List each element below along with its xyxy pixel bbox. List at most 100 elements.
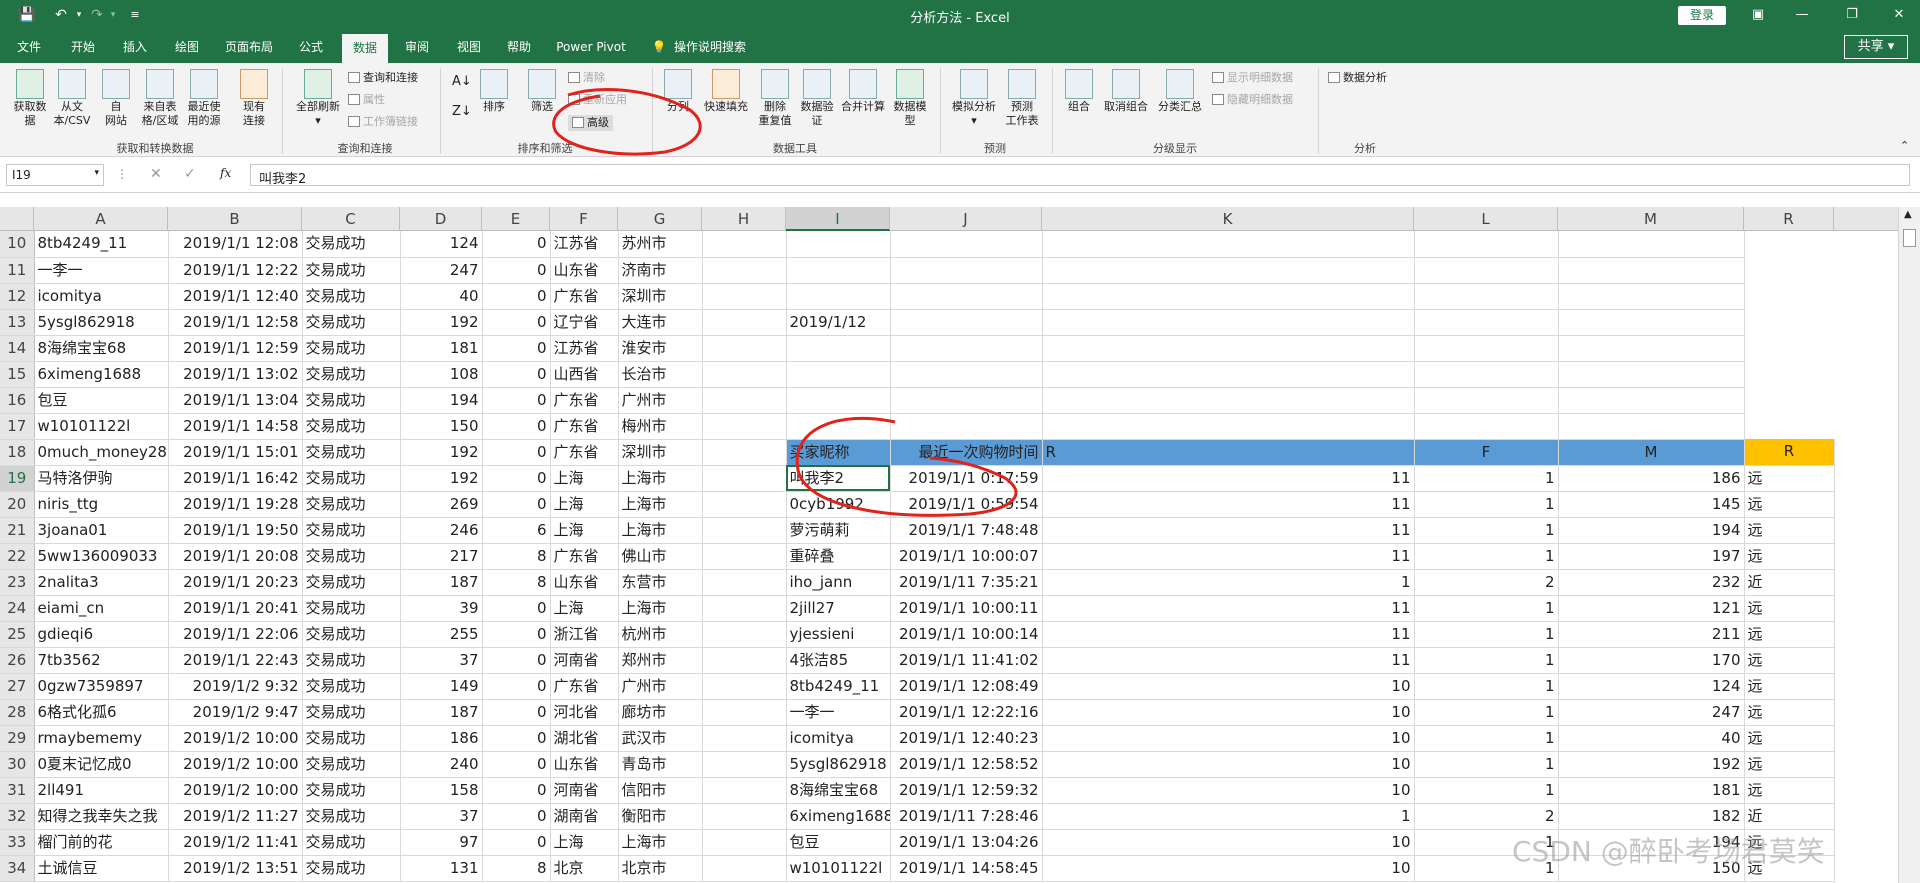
cell-M21[interactable]: 194 [1558, 517, 1745, 544]
cell-F18[interactable]: 广东省 [550, 439, 619, 466]
cell-F20[interactable]: 上海 [550, 491, 619, 518]
cell-H10[interactable] [702, 231, 787, 258]
cell-G19[interactable]: 上海市 [618, 465, 703, 492]
cell-A13[interactable]: 5ysgl862918 [34, 309, 169, 336]
cell-L15[interactable] [1414, 361, 1559, 388]
collapse-ribbon-icon[interactable]: ⌃ [1900, 139, 1909, 153]
tab-home[interactable]: 开始 [62, 31, 104, 63]
cell-C29[interactable]: 交易成功 [302, 725, 401, 752]
cell-H15[interactable] [702, 361, 787, 388]
data-model-button[interactable]: 数据模型 [888, 69, 932, 128]
row-header[interactable]: 20 [0, 491, 35, 518]
cell-I24[interactable]: 2jill27 [786, 595, 891, 622]
cell-C34[interactable]: 交易成功 [302, 855, 401, 882]
cell-C21[interactable]: 交易成功 [302, 517, 401, 544]
cell-E14[interactable]: 0 [482, 335, 551, 362]
get-data-button[interactable]: 获取数据 [6, 69, 54, 128]
cell-G10[interactable]: 苏州市 [618, 231, 703, 258]
row-header[interactable]: 28 [0, 699, 35, 726]
row-header[interactable]: 33 [0, 829, 35, 856]
row-header[interactable]: 22 [0, 543, 35, 570]
row-header[interactable]: 31 [0, 777, 35, 804]
cell-G31[interactable]: 信阳市 [618, 777, 703, 804]
cell-C12[interactable]: 交易成功 [302, 283, 401, 310]
cell-C20[interactable]: 交易成功 [302, 491, 401, 518]
column-header-L[interactable]: L [1414, 207, 1558, 231]
cell-B24[interactable]: 2019/1/1 20:41 [168, 595, 303, 622]
close-icon[interactable]: ✕ [1884, 5, 1914, 25]
cell-J34[interactable]: 2019/1/1 14:58:45 [890, 855, 1043, 882]
cell-D15[interactable]: 108 [400, 361, 483, 388]
cell-G32[interactable]: 衡阳市 [618, 803, 703, 830]
cell-K25[interactable]: 11 [1042, 621, 1415, 648]
cell-C25[interactable]: 交易成功 [302, 621, 401, 648]
cell-F12[interactable]: 广东省 [550, 283, 619, 310]
vertical-scrollbar[interactable]: ▲ [1898, 207, 1920, 883]
cell-J28[interactable]: 2019/1/1 12:22:16 [890, 699, 1043, 726]
cell-I15[interactable] [786, 361, 891, 388]
existing-connections-button[interactable]: 现有 连接 [234, 69, 274, 128]
cell-L32[interactable]: 2 [1414, 803, 1559, 830]
cell-B34[interactable]: 2019/1/2 13:51 [168, 855, 303, 882]
cell-B31[interactable]: 2019/1/2 10:00 [168, 777, 303, 804]
cell-B11[interactable]: 2019/1/1 12:22 [168, 257, 303, 284]
cell-A19[interactable]: 马特洛伊驹 [34, 465, 169, 492]
cell-A11[interactable]: 一李一 [34, 257, 169, 284]
flash-fill-button[interactable]: 快速填充 [700, 69, 752, 114]
column-header-E[interactable]: E [482, 207, 550, 231]
row-header[interactable]: 26 [0, 647, 35, 674]
cell-D12[interactable]: 40 [400, 283, 483, 310]
cell-C24[interactable]: 交易成功 [302, 595, 401, 622]
cell-B13[interactable]: 2019/1/1 12:58 [168, 309, 303, 336]
cell-I11[interactable] [786, 257, 891, 284]
tab-file[interactable]: 文件 [8, 31, 50, 63]
cell-I26[interactable]: 4张洁85 [786, 647, 891, 674]
cell-D28[interactable]: 187 [400, 699, 483, 726]
cell-B14[interactable]: 2019/1/1 12:59 [168, 335, 303, 362]
cell-L29[interactable]: 1 [1414, 725, 1559, 752]
cell-J12[interactable] [890, 283, 1043, 310]
row-header[interactable]: 16 [0, 387, 35, 414]
column-header-J[interactable]: J [890, 207, 1042, 231]
cell-A12[interactable]: icomitya [34, 283, 169, 310]
cell-I13[interactable]: 2019/1/12 [786, 309, 891, 336]
row-header[interactable]: 19 [0, 465, 35, 492]
cell-R26[interactable]: 远 [1744, 647, 1835, 674]
cell-D23[interactable]: 187 [400, 569, 483, 596]
cell-F33[interactable]: 上海 [550, 829, 619, 856]
cell-K31[interactable]: 10 [1042, 777, 1415, 804]
tab-review[interactable]: 审阅 [396, 31, 438, 63]
row-header[interactable]: 15 [0, 361, 35, 388]
cell-F28[interactable]: 河北省 [550, 699, 619, 726]
cell-J13[interactable] [890, 309, 1043, 336]
cell-A14[interactable]: 8海绵宝宝68 [34, 335, 169, 362]
cell-H31[interactable] [702, 777, 787, 804]
cell-B22[interactable]: 2019/1/1 20:08 [168, 543, 303, 570]
cell-I16[interactable] [786, 387, 891, 414]
subtotal-button[interactable]: 分类汇总 [1154, 69, 1206, 114]
cell-M32[interactable]: 182 [1558, 803, 1745, 830]
cell-D22[interactable]: 217 [400, 543, 483, 570]
cell-G12[interactable]: 深圳市 [618, 283, 703, 310]
cell-L25[interactable]: 1 [1414, 621, 1559, 648]
enter-icon[interactable]: ✓ [184, 166, 196, 182]
cell-E24[interactable]: 0 [482, 595, 551, 622]
cell-K20[interactable]: 11 [1042, 491, 1415, 518]
cell-I28[interactable]: 一李一 [786, 699, 891, 726]
cell-F30[interactable]: 山东省 [550, 751, 619, 778]
scroll-up-icon[interactable]: ▲ [1904, 209, 1912, 220]
cell-E31[interactable]: 0 [482, 777, 551, 804]
cell-F21[interactable]: 上海 [550, 517, 619, 544]
cell-F15[interactable]: 山西省 [550, 361, 619, 388]
insert-function-icon[interactable]: fx [220, 166, 231, 180]
cell-M13[interactable] [1558, 309, 1745, 336]
cell-R21[interactable]: 远 [1744, 517, 1835, 544]
ribbon-display-options-icon[interactable]: ▣ [1743, 5, 1773, 25]
tab-insert[interactable]: 插入 [114, 31, 156, 63]
row-header[interactable]: 24 [0, 595, 35, 622]
cell-K32[interactable]: 1 [1042, 803, 1415, 830]
cell-F31[interactable]: 河南省 [550, 777, 619, 804]
cell-H11[interactable] [702, 257, 787, 284]
cell-J21[interactable]: 2019/1/1 7:48:48 [890, 517, 1043, 544]
reapply-button[interactable]: 重新应用 [568, 93, 627, 107]
